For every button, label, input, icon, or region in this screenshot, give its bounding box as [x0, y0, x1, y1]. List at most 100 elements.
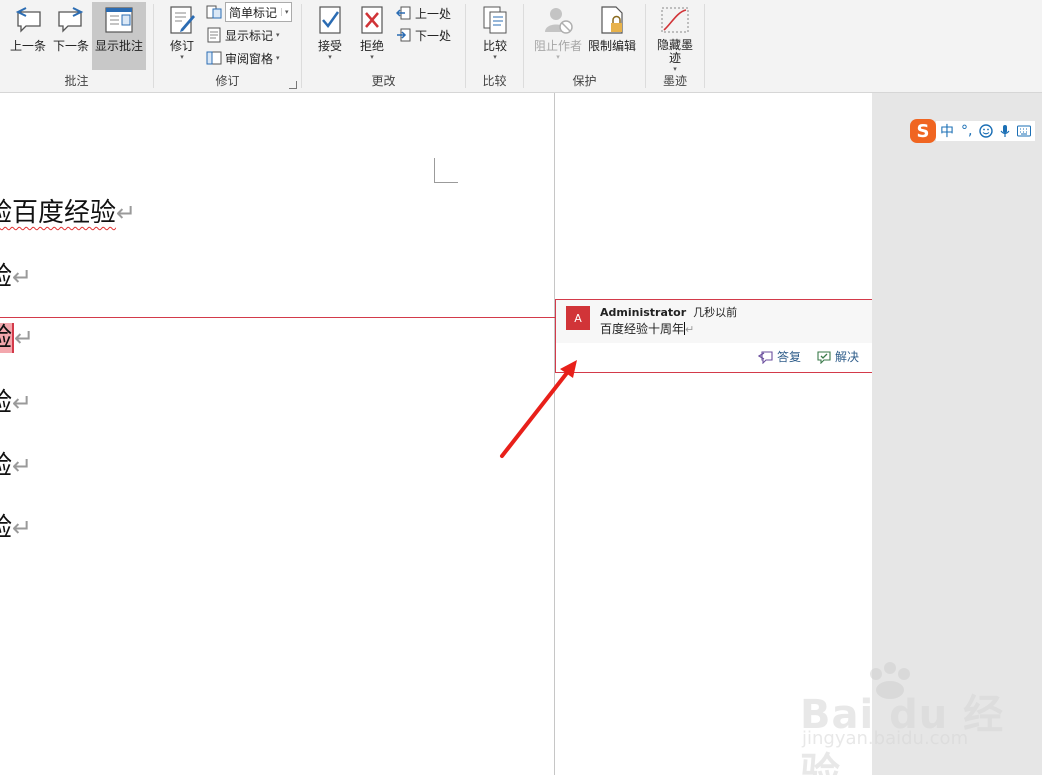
previous-comment-label: 上一条 — [9, 39, 46, 53]
hide-ink-button[interactable]: 隐藏墨迹 ▾ — [652, 2, 698, 73]
block-authors-icon — [545, 8, 573, 34]
reject-button[interactable]: 拒绝 ▾ — [354, 2, 390, 68]
page-margin-corner-mark — [434, 158, 458, 183]
show-markup-icon — [207, 27, 221, 43]
show-comments-icon — [105, 7, 133, 33]
previous-comment-button[interactable]: 上一条 — [8, 2, 48, 68]
paragraph-text: 验 — [0, 388, 12, 418]
show-comments-label: 显示批注 — [94, 39, 143, 53]
document-paragraph[interactable]: 验百度经验↵ — [0, 196, 136, 230]
paragraph-mark-icon: ↵ — [685, 323, 695, 336]
ink-group-label: 墨迹 — [662, 74, 687, 88]
compare-group: 比较 ▾ 比较 — [466, 0, 523, 93]
comment-time: 几秒以前 — [693, 306, 738, 319]
tracking-group-label: 修订 — [215, 74, 240, 88]
paragraph-text: 验百度经验 — [0, 198, 117, 228]
paragraph-mark-icon: ↵ — [116, 199, 137, 227]
chevron-down-icon: ▾ — [180, 53, 184, 61]
reviewing-pane-icon — [206, 51, 222, 65]
compare-group-label: 比较 — [482, 74, 507, 88]
paragraph-text: 验 — [0, 262, 12, 292]
markup-view-icon — [206, 5, 222, 19]
reject-icon — [361, 6, 383, 34]
restrict-editing-button[interactable]: 限制编辑 — [586, 2, 638, 68]
comment-anchor-highlight[interactable]: 验 — [0, 323, 15, 353]
tracking-group: 修订 ▾ 简单标记 ▾ 显示标记 ▾ 审阅窗格 ▾ 修订 — [154, 0, 301, 93]
comments-group-label: 批注 — [64, 74, 89, 88]
previous-change-icon — [396, 6, 411, 20]
paragraph-mark-icon: ↵ — [14, 324, 35, 352]
changes-group: 接受 ▾ 拒绝 ▾ 上一处 下一处 更改 — [302, 0, 465, 93]
document-paragraph[interactable]: 验↵ — [0, 449, 32, 483]
chevron-down-icon: ▾ — [370, 53, 374, 61]
reviewing-pane-button[interactable]: 审阅窗格 ▾ — [206, 48, 280, 68]
dialog-launcher-icon[interactable] — [289, 81, 297, 89]
next-change-label: 下一处 — [415, 28, 452, 43]
paragraph-mark-icon: ↵ — [12, 514, 33, 542]
next-change-icon — [397, 28, 411, 42]
next-comment-button[interactable]: 下一条 — [52, 2, 90, 68]
ime-language-toggle[interactable]: 中 — [940, 121, 954, 141]
ime-punctuation-toggle[interactable]: °, — [961, 123, 972, 139]
keyboard-icon[interactable] — [1017, 125, 1032, 137]
hide-ink-label: 隐藏墨迹 — [652, 39, 698, 65]
markup-view-combo[interactable]: 简单标记 ▾ — [206, 2, 292, 22]
group-separator — [704, 4, 705, 88]
show-markup-button[interactable]: 显示标记 ▾ — [206, 25, 280, 45]
chevron-down-icon: ▾ — [556, 53, 560, 61]
compare-label: 比较 — [482, 39, 507, 53]
resolve-icon — [817, 350, 831, 364]
watermark-url: jingyan.baidu.com — [802, 728, 969, 749]
reply-label: 答复 — [777, 350, 802, 364]
track-changes-label: 修订 — [169, 39, 194, 53]
hide-ink-label-line2: 迹 — [668, 51, 681, 65]
next-comment-label: 下一条 — [52, 39, 89, 53]
accept-button[interactable]: 接受 ▾ — [312, 2, 348, 68]
paragraph-mark-icon: ↵ — [12, 389, 33, 417]
emoji-icon[interactable] — [979, 124, 994, 138]
block-authors-button[interactable]: 阻止作者 ▾ — [532, 2, 584, 68]
paragraph-mark-icon: ↵ — [12, 263, 33, 291]
block-authors-label: 阻止作者 — [533, 39, 582, 53]
markup-view-select[interactable]: 简单标记 ▾ — [225, 2, 292, 22]
previous-change-label: 上一处 — [415, 6, 452, 21]
reviewing-pane-label: 审阅窗格 — [225, 51, 274, 66]
changes-group-label: 更改 — [371, 74, 396, 88]
comments-group: 上一条 下一条 显示批注 批注 — [0, 0, 153, 93]
paragraph-text: 验 — [0, 451, 12, 481]
comment-text-field[interactable]: 百度经验十周年↵ — [600, 320, 694, 337]
chevron-down-icon: ▾ — [493, 53, 497, 61]
ime-toolbar-bar: 中 °, — [936, 121, 1036, 141]
comment-meta: Administrator 几秒以前 — [600, 304, 737, 320]
accept-icon — [319, 6, 341, 34]
previous-change-button[interactable]: 上一处 — [396, 3, 451, 23]
document-paragraph[interactable]: 验↵ — [0, 260, 32, 294]
comment-connector-line — [0, 317, 555, 318]
accept-label: 接受 — [317, 39, 342, 53]
restrict-editing-label: 限制编辑 — [587, 39, 636, 53]
document-paragraph[interactable]: 验↵ — [0, 511, 32, 545]
ribbon: 上一条 下一条 显示批注 批注 修订 ▾ 简单标记 ▾ 显示标记 ▾ 审阅窗格 … — [0, 0, 1042, 93]
track-changes-button[interactable]: 修订 ▾ — [164, 2, 200, 68]
chevron-down-icon: ▾ — [281, 8, 289, 16]
chevron-down-icon: ▾ — [276, 31, 280, 39]
reply-button[interactable]: 答复 — [758, 348, 801, 365]
reply-icon — [758, 350, 773, 364]
protect-group-label: 保护 — [572, 74, 597, 88]
markup-area-divider — [554, 93, 555, 775]
resolve-button[interactable]: 解决 — [816, 348, 859, 365]
ime-toolbar[interactable]: S 中 °, — [910, 119, 1042, 143]
comment-author: Administrator — [600, 306, 687, 319]
compare-icon — [483, 6, 507, 34]
microphone-icon[interactable] — [1000, 124, 1010, 138]
commented-paragraph[interactable]: 验↵ — [0, 321, 34, 355]
track-changes-icon — [170, 6, 195, 34]
sogou-logo-icon: S — [910, 119, 936, 143]
next-change-button[interactable]: 下一处 — [396, 25, 451, 45]
previous-comment-icon — [15, 7, 41, 33]
show-comments-button[interactable]: 显示批注 — [92, 2, 146, 70]
document-paragraph[interactable]: 验↵ — [0, 386, 32, 420]
comment-balloon[interactable]: A Administrator 几秒以前 百度经验十周年↵ 答复 解决 — [555, 299, 872, 373]
show-markup-label: 显示标记 — [225, 28, 274, 43]
compare-button[interactable]: 比较 ▾ — [476, 2, 514, 68]
